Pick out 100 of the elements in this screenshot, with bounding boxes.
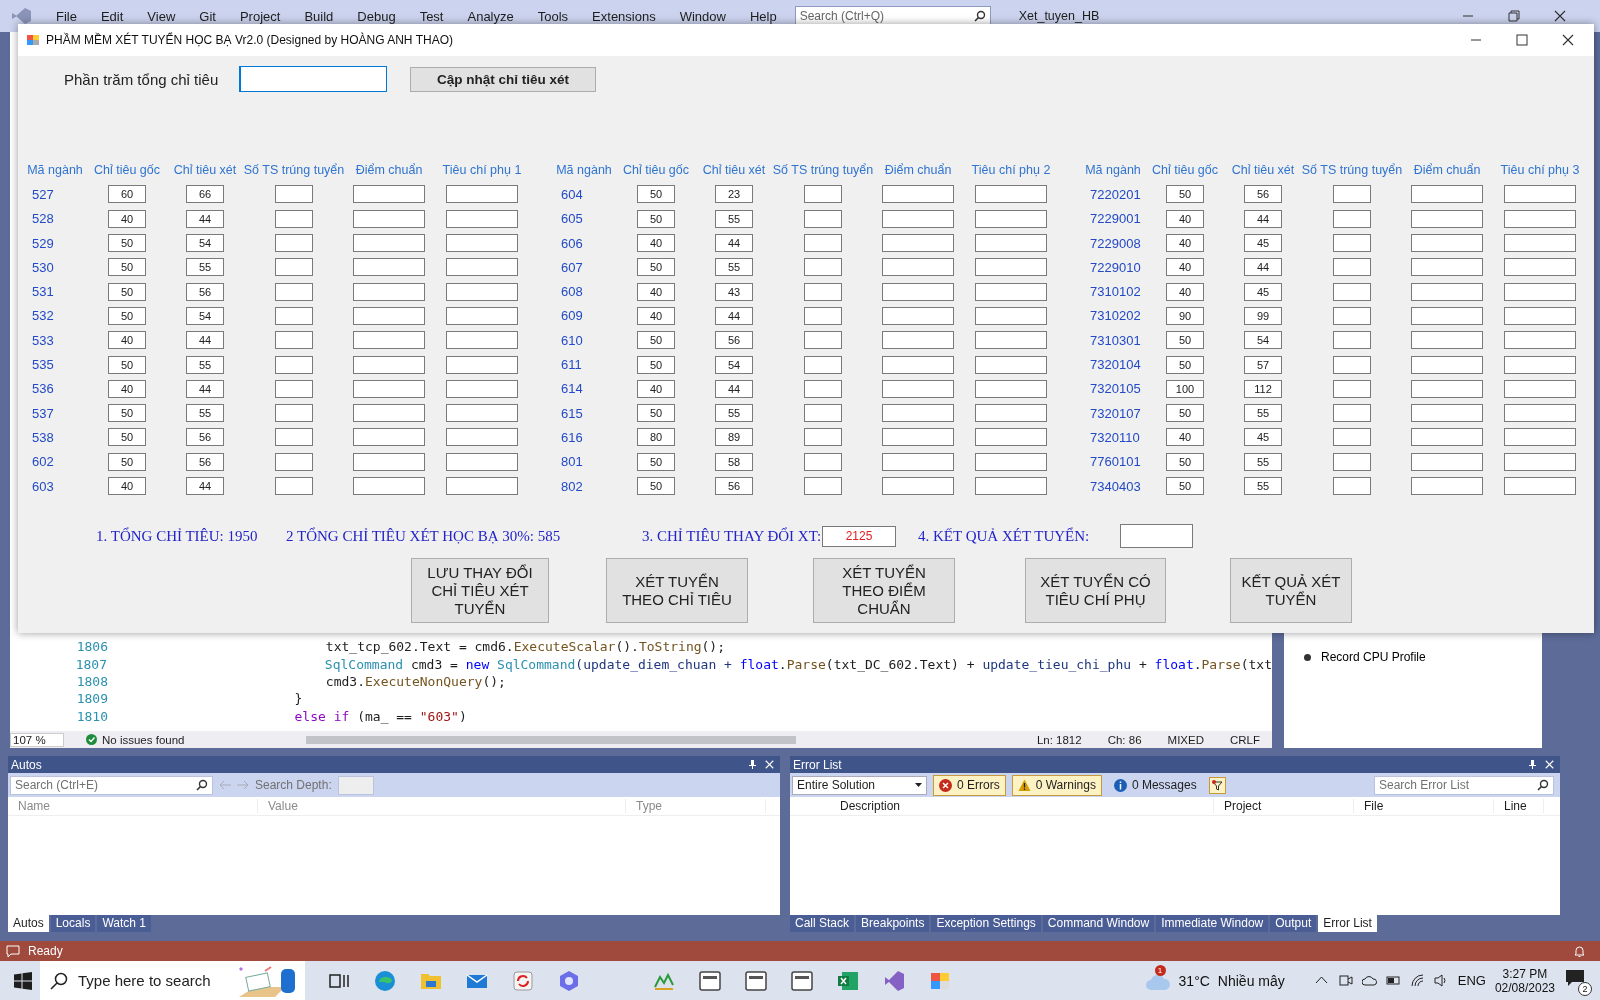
input-field[interactable] bbox=[353, 331, 425, 350]
input-field[interactable] bbox=[882, 331, 954, 350]
zoom-dropdown[interactable]: 107 % bbox=[10, 732, 64, 747]
input-field[interactable] bbox=[1333, 185, 1371, 204]
input-field[interactable]: 50 bbox=[637, 185, 675, 204]
close-icon[interactable] bbox=[1562, 34, 1574, 46]
input-field[interactable] bbox=[353, 209, 425, 228]
input-field[interactable] bbox=[353, 428, 425, 447]
input-field[interactable] bbox=[1504, 355, 1576, 374]
input-field[interactable]: 40 bbox=[108, 209, 146, 228]
warnings-filter[interactable]: 0 Warnings bbox=[1011, 774, 1102, 796]
input-field[interactable] bbox=[882, 404, 954, 423]
input-field[interactable] bbox=[1504, 428, 1576, 447]
input-field[interactable] bbox=[804, 306, 842, 325]
input-field[interactable] bbox=[975, 452, 1047, 471]
input-field[interactable] bbox=[1504, 185, 1576, 204]
menu-item[interactable]: Project bbox=[227, 8, 293, 24]
caret-icon[interactable] bbox=[915, 782, 922, 788]
input-field[interactable] bbox=[275, 355, 313, 374]
input-field[interactable]: 44 bbox=[186, 379, 224, 398]
menu-item[interactable]: Tools bbox=[525, 8, 581, 24]
input-field[interactable]: 40 bbox=[108, 331, 146, 350]
input-field[interactable] bbox=[353, 404, 425, 423]
input-field[interactable]: 90 bbox=[1166, 306, 1204, 325]
input-field[interactable] bbox=[446, 404, 518, 423]
input-field[interactable] bbox=[446, 234, 518, 253]
input-field[interactable] bbox=[975, 355, 1047, 374]
panel-tab[interactable]: Breakpoints bbox=[856, 915, 930, 932]
panel-tab[interactable]: Output bbox=[1270, 915, 1317, 932]
panel-tab[interactable]: Call Stack bbox=[790, 915, 855, 932]
input-field[interactable] bbox=[975, 428, 1047, 447]
input-field[interactable]: 50 bbox=[108, 234, 146, 253]
camera-icon[interactable] bbox=[1337, 973, 1353, 988]
input-field[interactable]: 89 bbox=[715, 428, 753, 447]
input-field[interactable] bbox=[446, 428, 518, 447]
input-field[interactable]: 45 bbox=[1244, 428, 1282, 447]
input-field[interactable] bbox=[239, 66, 387, 92]
input-field[interactable] bbox=[446, 355, 518, 374]
input-field[interactable]: 44 bbox=[1244, 258, 1282, 277]
input-field[interactable] bbox=[275, 379, 313, 398]
input-field[interactable]: 112 bbox=[1244, 379, 1282, 398]
input-field[interactable] bbox=[1411, 258, 1483, 277]
pin-icon[interactable] bbox=[748, 760, 757, 769]
menu-item[interactable]: Extensions bbox=[580, 8, 668, 24]
input-field[interactable] bbox=[1333, 379, 1371, 398]
update-button[interactable]: Cập nhật chỉ tiêu xét bbox=[410, 66, 596, 92]
menu-item[interactable]: View bbox=[135, 8, 188, 24]
filter-icon[interactable] bbox=[1208, 776, 1226, 794]
windows-logo-icon[interactable] bbox=[14, 971, 32, 990]
input-field[interactable]: 80 bbox=[637, 428, 675, 447]
input-field[interactable] bbox=[1333, 452, 1371, 471]
input-field[interactable]: 55 bbox=[1244, 404, 1282, 423]
input-field[interactable] bbox=[1411, 234, 1483, 253]
input-field[interactable]: 50 bbox=[108, 258, 146, 277]
input-field[interactable]: 40 bbox=[637, 379, 675, 398]
input-field[interactable] bbox=[975, 477, 1047, 495]
scrollbar-thumb[interactable] bbox=[306, 735, 796, 744]
input-field[interactable]: 56 bbox=[1244, 185, 1282, 204]
input-field[interactable] bbox=[804, 428, 842, 447]
input-field[interactable] bbox=[882, 234, 954, 253]
input-field[interactable]: 44 bbox=[715, 379, 753, 398]
input-field[interactable] bbox=[446, 452, 518, 471]
input-field[interactable]: 56 bbox=[715, 331, 753, 350]
input-field[interactable]: 55 bbox=[715, 209, 753, 228]
input-field[interactable]: 40 bbox=[108, 477, 146, 495]
input-field[interactable]: 40 bbox=[637, 282, 675, 301]
input-field[interactable] bbox=[804, 331, 842, 350]
input-field[interactable] bbox=[1504, 331, 1576, 350]
search-field[interactable]: Search Error List bbox=[1374, 775, 1554, 795]
input-field[interactable] bbox=[975, 282, 1047, 301]
input-field[interactable] bbox=[1411, 379, 1483, 398]
input-field[interactable] bbox=[1333, 282, 1371, 301]
errors-filter[interactable]: 0 Errors bbox=[933, 774, 1006, 796]
input-field[interactable] bbox=[1333, 234, 1371, 253]
input-field[interactable] bbox=[804, 185, 842, 204]
input-field[interactable]: 99 bbox=[1244, 306, 1282, 325]
input-field[interactable] bbox=[275, 282, 313, 301]
menu-item[interactable]: Test bbox=[407, 8, 456, 24]
input-field[interactable] bbox=[1333, 331, 1371, 350]
input-field[interactable] bbox=[1333, 258, 1371, 277]
input-field[interactable]: 45 bbox=[1244, 282, 1282, 301]
input-field[interactable] bbox=[1504, 282, 1576, 301]
input-field[interactable]: 50 bbox=[1166, 331, 1204, 350]
input-field[interactable]: 40 bbox=[1166, 234, 1204, 253]
input-field[interactable] bbox=[1504, 452, 1576, 471]
input-field[interactable] bbox=[353, 355, 425, 374]
panel-tab[interactable]: Exception Settings bbox=[931, 915, 1041, 932]
input-field[interactable]: 56 bbox=[715, 477, 753, 495]
input-field[interactable]: 57 bbox=[1244, 355, 1282, 374]
input-field[interactable] bbox=[1504, 306, 1576, 325]
input-field[interactable] bbox=[975, 258, 1047, 277]
menu-item[interactable]: Help bbox=[737, 8, 789, 24]
input-field[interactable]: 50 bbox=[1166, 477, 1204, 495]
menu-item[interactable]: Build bbox=[292, 8, 346, 24]
input-field[interactable]: 55 bbox=[186, 258, 224, 277]
input-field[interactable]: 40 bbox=[1166, 282, 1204, 301]
input-field[interactable] bbox=[1411, 209, 1483, 228]
window-app-icon[interactable] bbox=[698, 968, 722, 993]
input-field[interactable]: 44 bbox=[1244, 209, 1282, 228]
input-field[interactable] bbox=[1120, 524, 1193, 549]
